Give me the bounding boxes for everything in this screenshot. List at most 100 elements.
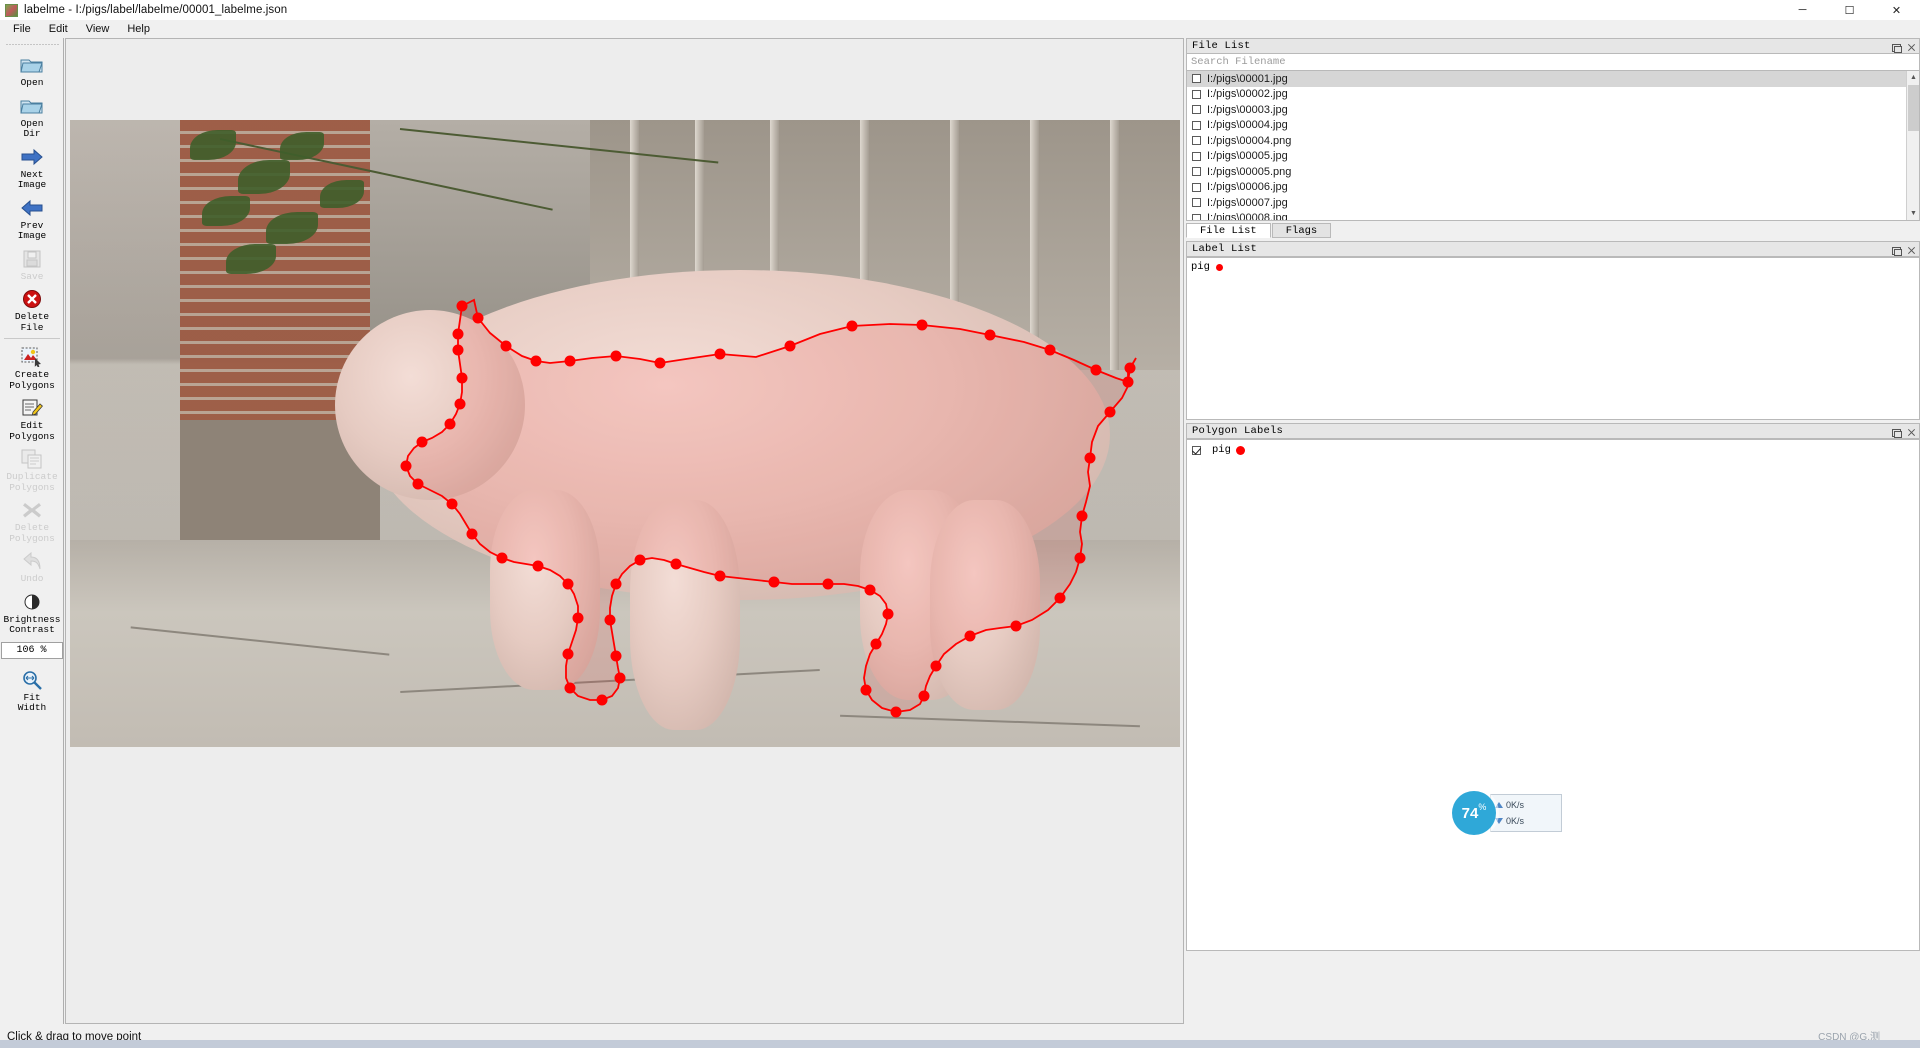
polygon-visibility-checkbox[interactable] [1192, 445, 1201, 455]
scroll-down-icon[interactable]: ▼ [1907, 207, 1919, 220]
file-checkbox[interactable] [1192, 213, 1201, 220]
file-list-item[interactable]: I:/pigs\00002.jpg [1187, 87, 1906, 103]
file-list-item[interactable]: I:/pigs\00007.jpg [1187, 195, 1906, 211]
tool-create-polygons[interactable]: Create Polygons [0, 342, 64, 393]
file-list-item[interactable]: I:/pigs\00008.jpg [1187, 211, 1906, 220]
tool-open-dir[interactable]: Open Dir [0, 91, 64, 142]
zoom-value-field[interactable]: 106 % [0, 641, 63, 659]
toolbar-separator [3, 338, 60, 339]
file-checkbox[interactable] [1192, 74, 1201, 84]
menu-help[interactable]: Help [118, 21, 159, 38]
tool-open-label: Open [20, 77, 44, 88]
tool-undo[interactable]: Undo [0, 546, 64, 587]
file-checkbox[interactable] [1192, 182, 1201, 192]
tool-save-label: Save [20, 270, 44, 282]
file-list[interactable]: I:/pigs\00001.jpg I:/pigs\00002.jpg I:/p… [1186, 71, 1920, 221]
tool-open[interactable]: Open [0, 50, 64, 91]
toolbar-drag-handle[interactable] [4, 42, 59, 47]
float-panel-icon[interactable] [1892, 246, 1902, 256]
minimize-button[interactable]: ─ [1779, 0, 1826, 20]
open-folder-icon [19, 53, 45, 77]
file-checkbox[interactable] [1192, 89, 1201, 99]
polygon-color-dot [1235, 445, 1245, 455]
pig-polygon-shape[interactable] [405, 298, 1137, 713]
file-checkbox[interactable] [1192, 151, 1201, 161]
polygon-labels-list[interactable]: pig [1186, 439, 1920, 951]
file-name: I:/pigs\00005.jpg [1207, 150, 1288, 163]
file-checkbox[interactable] [1192, 167, 1201, 177]
tool-save[interactable]: Save [0, 244, 64, 285]
window-title: labelme - I:/pigs/label/labelme/00001_la… [24, 4, 288, 16]
file-checkbox[interactable] [1192, 105, 1201, 115]
menu-edit[interactable]: Edit [40, 21, 77, 38]
tool-delete-file[interactable]: Delete File [0, 284, 64, 335]
file-list-item[interactable]: I:/pigs\00005.png [1187, 164, 1906, 180]
labelme-window: labelme - I:/pigs/label/labelme/00001_la… [0, 0, 1920, 1048]
duplicate-polygon-icon [19, 447, 45, 471]
close-button[interactable]: ✕ [1873, 0, 1920, 20]
file-list-item[interactable]: I:/pigs\00003.jpg [1187, 102, 1906, 118]
file-list-panel-header: File List [1186, 38, 1920, 54]
label-list-item-label: pig [1191, 261, 1210, 273]
tool-next-image[interactable]: Next Image [0, 142, 64, 193]
cpu-usage-circle[interactable]: 74 % [1452, 791, 1496, 835]
window-controls: ─ ☐ ✕ [1779, 0, 1920, 20]
file-list-item[interactable]: I:/pigs\00001.jpg [1187, 71, 1906, 87]
tool-fit-width[interactable]: Fit Width [0, 665, 64, 716]
file-list-item[interactable]: I:/pigs\00004.png [1187, 133, 1906, 149]
float-panel-icon[interactable] [1892, 428, 1902, 438]
tool-create-polygons-label: Create Polygons [9, 369, 55, 391]
polygon-label-item[interactable]: pig [1187, 440, 1919, 456]
scrollbar-thumb[interactable] [1908, 85, 1919, 131]
file-name: I:/pigs\00007.jpg [1207, 196, 1288, 209]
file-name: I:/pigs\00002.jpg [1207, 88, 1288, 101]
tab-file-list[interactable]: File List [1186, 223, 1271, 238]
cpu-usage-unit: % [1478, 802, 1487, 812]
tool-brightness-contrast[interactable]: Brightness Contrast [0, 587, 64, 638]
menu-view[interactable]: View [77, 21, 119, 38]
file-name: I:/pigs\00001.jpg [1207, 72, 1288, 85]
file-list-scrollbar[interactable]: ▲ ▼ [1906, 71, 1919, 220]
tool-duplicate-polygons[interactable]: Duplicate Polygons [0, 444, 64, 495]
labelme-logo-icon [5, 3, 18, 17]
close-panel-icon[interactable] [1907, 43, 1916, 52]
polygon-labels-title: Polygon Labels [1192, 425, 1284, 437]
speed-panel: 0K/s 0K/s [1490, 794, 1562, 832]
arrow-up-icon [1495, 802, 1503, 808]
scroll-up-icon[interactable]: ▲ [1907, 71, 1919, 84]
image-canvas-area[interactable] [65, 38, 1184, 1024]
maximize-button[interactable]: ☐ [1826, 0, 1873, 20]
annotated-image[interactable] [70, 120, 1180, 747]
arrow-right-icon [19, 145, 45, 169]
arrow-down-icon [1495, 818, 1503, 824]
file-list-item[interactable]: I:/pigs\00005.jpg [1187, 149, 1906, 165]
file-list-item[interactable]: I:/pigs\00006.jpg [1187, 180, 1906, 196]
file-checkbox[interactable] [1192, 136, 1201, 146]
file-search-box[interactable] [1186, 54, 1920, 71]
arrow-left-icon [19, 196, 45, 220]
float-panel-icon[interactable] [1892, 43, 1902, 53]
polygon-annotation-overlay[interactable] [70, 120, 1180, 747]
file-checkbox[interactable] [1192, 198, 1201, 208]
label-list-title: Label List [1192, 243, 1258, 255]
download-speed-value: 0K/s [1506, 816, 1525, 826]
tool-edit-polygons[interactable]: Edit Polygons [0, 393, 64, 444]
delete-x-icon [19, 498, 45, 522]
delete-circle-icon [19, 287, 45, 311]
file-list-item[interactable]: I:/pigs\00004.jpg [1187, 118, 1906, 134]
close-panel-icon[interactable] [1907, 428, 1916, 437]
dock-tabs: File List Flags [1186, 222, 1920, 238]
file-checkbox[interactable] [1192, 120, 1201, 130]
polygon-labels-panel-header: Polygon Labels [1186, 423, 1920, 439]
label-list[interactable]: pig [1186, 257, 1920, 420]
edit-polygon-icon [19, 396, 45, 420]
tab-flags[interactable]: Flags [1271, 223, 1332, 238]
search-input[interactable] [1191, 56, 1919, 68]
label-list-item[interactable]: pig [1187, 258, 1919, 273]
network-speed-widget[interactable]: 0K/s 0K/s 74 % [1452, 791, 1562, 835]
close-panel-icon[interactable] [1907, 246, 1916, 255]
tool-prev-image[interactable]: Prev Image [0, 193, 64, 244]
label-list-panel-header: Label List [1186, 241, 1920, 257]
menu-file[interactable]: File [4, 21, 40, 38]
tool-delete-polygons[interactable]: Delete Polygons [0, 495, 64, 546]
